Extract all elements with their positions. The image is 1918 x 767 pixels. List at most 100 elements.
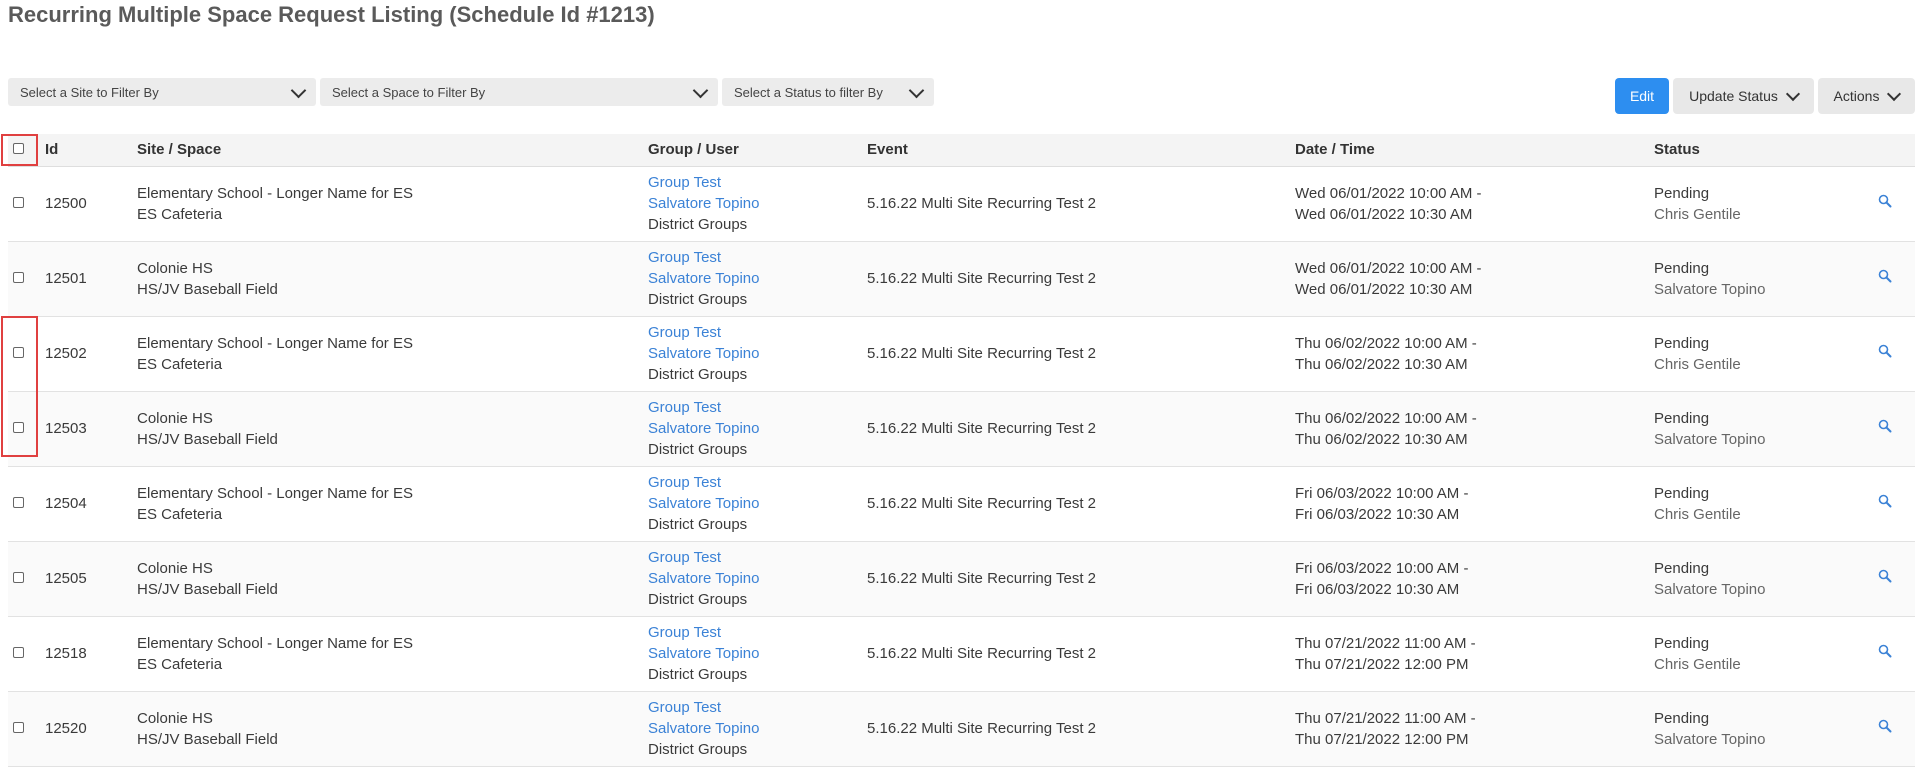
magnifier-icon[interactable] (1877, 343, 1893, 359)
magnifier-icon[interactable] (1877, 193, 1893, 209)
group-link[interactable]: Group Test (648, 547, 867, 568)
magnifier-icon[interactable] (1877, 493, 1893, 509)
user-link[interactable]: Salvatore Topino (648, 418, 867, 439)
magnifier-icon[interactable] (1877, 643, 1893, 659)
event-name: 5.16.22 Multi Site Recurring Test 2 (867, 420, 1097, 437)
end-time: Wed 06/01/2022 10:30 AM (1295, 205, 1473, 223)
header-site-space[interactable]: Site / Space (137, 134, 648, 167)
row-checkbox[interactable] (13, 647, 24, 658)
start-time: Thu 06/02/2022 10:00 AM - (1295, 409, 1477, 427)
status-by: Salvatore Topino (1654, 730, 1766, 748)
group-link[interactable]: Group Test (648, 322, 867, 343)
space-name: HS/JV Baseball Field (137, 580, 278, 598)
user-link[interactable]: Salvatore Topino (648, 193, 867, 214)
user-link[interactable]: Salvatore Topino (648, 643, 867, 664)
site-name: Elementary School - Longer Name for ES (137, 484, 413, 502)
header-date-time[interactable]: Date / Time (1295, 134, 1654, 167)
date-time-cell: Thu 07/21/2022 11:00 AM - Thu 07/21/2022 … (1295, 691, 1654, 766)
request-id: 12500 (45, 195, 87, 212)
user-link[interactable]: Salvatore Topino (648, 343, 867, 364)
group-link[interactable]: Group Test (648, 697, 867, 718)
action-cell (1854, 466, 1915, 541)
user-link[interactable]: Salvatore Topino (648, 718, 867, 739)
actions-button[interactable]: Actions (1818, 78, 1915, 114)
status-cell: Pending Salvatore Topino (1654, 691, 1854, 766)
user-link[interactable]: Salvatore Topino (648, 268, 867, 289)
chevron-down-icon (290, 82, 307, 98)
group-type: District Groups (648, 216, 748, 233)
date-time-cell: Wed 06/01/2022 10:00 AM - Wed 06/01/2022 … (1295, 166, 1654, 241)
status-value: Pending (1654, 259, 1710, 277)
header-event[interactable]: Event (867, 134, 1295, 167)
status-cell: Pending Chris Gentile (1654, 166, 1854, 241)
start-time: Thu 06/02/2022 10:00 AM - (1295, 334, 1477, 352)
end-time: Thu 06/02/2022 10:30 AM (1295, 430, 1468, 448)
group-type: District Groups (648, 591, 748, 608)
event-name: 5.16.22 Multi Site Recurring Test 2 (867, 345, 1097, 362)
header-group-user[interactable]: Group / User (648, 134, 867, 167)
site-name: Colonie HS (137, 709, 213, 727)
header-action (1854, 134, 1915, 167)
status-filter-select[interactable]: Select a Status to filter By (722, 78, 934, 106)
request-id: 12503 (45, 420, 87, 437)
magnifier-icon[interactable] (1877, 568, 1893, 584)
site-space-cell: Elementary School - Longer Name for ES ES… (137, 616, 648, 691)
row-checkbox[interactable] (13, 572, 24, 583)
table-row: 12501 Colonie HS HS/JV Baseball Field Group… (8, 241, 1915, 316)
header-id[interactable]: Id (45, 134, 137, 167)
request-id: 12504 (45, 495, 87, 512)
end-time: Thu 07/21/2022 12:00 PM (1295, 655, 1469, 673)
group-user-cell: Group Test Salvatore Topino District Group… (648, 241, 867, 316)
event-name: 5.16.22 Multi Site Recurring Test 2 (867, 195, 1097, 212)
start-time: Fri 06/03/2022 10:00 AM - (1295, 484, 1469, 502)
start-time: Wed 06/01/2022 10:00 AM - (1295, 259, 1482, 277)
request-id: 12501 (45, 270, 87, 287)
event-name: 5.16.22 Multi Site Recurring Test 2 (867, 495, 1097, 512)
magnifier-icon[interactable] (1877, 268, 1893, 284)
user-link[interactable]: Salvatore Topino (648, 493, 867, 514)
magnifier-icon[interactable] (1877, 718, 1893, 734)
row-checkbox[interactable] (13, 272, 24, 283)
status-value: Pending (1654, 634, 1710, 652)
group-user-cell: Group Test Salvatore Topino District Group… (648, 691, 867, 766)
status-value: Pending (1654, 709, 1710, 727)
status-by: Chris Gentile (1654, 655, 1741, 673)
edit-button[interactable]: Edit (1615, 78, 1669, 114)
group-link[interactable]: Group Test (648, 622, 867, 643)
status-cell: Pending Salvatore Topino (1654, 391, 1854, 466)
row-checkbox[interactable] (13, 197, 24, 208)
group-user-cell: Group Test Salvatore Topino District Group… (648, 316, 867, 391)
site-filter-select[interactable]: Select a Site to Filter By (8, 78, 316, 106)
status-cell: Pending Chris Gentile (1654, 616, 1854, 691)
site-name: Elementary School - Longer Name for ES (137, 634, 413, 652)
magnifier-icon[interactable] (1877, 418, 1893, 434)
event-name: 5.16.22 Multi Site Recurring Test 2 (867, 720, 1097, 737)
row-checkbox[interactable] (13, 722, 24, 733)
request-table: Id Site / Space Group / User Event Date … (8, 134, 1915, 767)
row-checkbox[interactable] (13, 497, 24, 508)
highlight-box-row-checkboxes (1, 316, 38, 457)
group-type: District Groups (648, 741, 748, 758)
group-link[interactable]: Group Test (648, 472, 867, 493)
site-name: Colonie HS (137, 259, 213, 277)
group-link[interactable]: Group Test (648, 172, 867, 193)
chevron-down-icon (692, 82, 709, 98)
chevron-down-icon (1887, 86, 1902, 102)
filter-bar: Select a Site to Filter By Select a Spac… (8, 78, 934, 106)
group-link[interactable]: Group Test (648, 397, 867, 418)
end-time: Thu 07/21/2022 12:00 PM (1295, 730, 1469, 748)
start-time: Thu 07/21/2022 11:00 AM - (1295, 634, 1476, 652)
group-type: District Groups (648, 441, 748, 458)
start-time: Fri 06/03/2022 10:00 AM - (1295, 559, 1469, 577)
user-link[interactable]: Salvatore Topino (648, 568, 867, 589)
space-filter-select[interactable]: Select a Space to Filter By (320, 78, 718, 106)
group-link[interactable]: Group Test (648, 247, 867, 268)
site-space-cell: Colonie HS HS/JV Baseball Field (137, 691, 648, 766)
action-cell (1854, 316, 1915, 391)
end-time: Fri 06/03/2022 10:30 AM (1295, 505, 1460, 523)
space-name: ES Cafeteria (137, 505, 223, 523)
date-time-cell: Fri 06/03/2022 10:00 AM - Fri 06/03/2022 … (1295, 466, 1654, 541)
update-status-button[interactable]: Update Status (1673, 78, 1814, 114)
start-time: Thu 07/21/2022 11:00 AM - (1295, 709, 1476, 727)
header-status[interactable]: Status (1654, 134, 1854, 167)
